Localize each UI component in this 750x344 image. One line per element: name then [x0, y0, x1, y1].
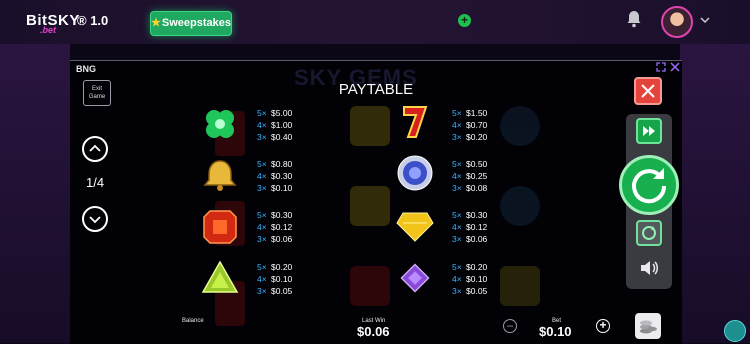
game-window: BNG Exit Game SKY GEMS PAYTABLE 1/4 5× $5.…: [70, 60, 682, 344]
chevron-down-icon[interactable]: [699, 14, 711, 26]
blue-gem-icon: [397, 155, 433, 191]
clover-gem-icon: [206, 110, 234, 138]
top-bar: BitSKY .bet ® 1.0 ★Sweepstakes +: [0, 0, 750, 44]
sweepstakes-label: Sweepstakes: [161, 17, 231, 29]
purple-gem-icon: [400, 263, 430, 293]
provider-label: BNG: [76, 64, 96, 74]
coins-icon[interactable]: [635, 313, 661, 339]
green-triangle-gem-icon: [201, 260, 239, 293]
paytable-values: 5× $0.30 4× $0.12 3× $0.06: [257, 210, 293, 244]
red-gem-icon: [203, 210, 237, 244]
bet-increase-button[interactable]: +: [596, 319, 610, 333]
star-icon: ★: [151, 17, 161, 29]
reel-column-bg: [495, 91, 545, 331]
sound-icon[interactable]: [636, 255, 662, 281]
user-avatar[interactable]: [661, 6, 693, 38]
last-win-value: $0.06: [357, 324, 390, 339]
yellow-gem-icon: [396, 212, 434, 242]
paytable-values: 5× $0.20 4× $0.10 3× $0.05: [452, 262, 488, 296]
page-indicator: 1/4: [86, 175, 105, 190]
reel-column-bg: [345, 91, 395, 331]
seven-icon: [403, 106, 428, 138]
spin-button[interactable]: [619, 155, 679, 215]
paytable-values: 5× $0.50 4× $0.25 3× $0.08: [452, 159, 488, 193]
paytable-values: 5× $0.80 4× $0.30 3× $0.10: [257, 159, 293, 193]
paytable-values: 5× $0.20 4× $0.10 3× $0.05: [257, 262, 293, 296]
bet-value: $0.10: [539, 324, 572, 339]
previous-page-button[interactable]: [82, 136, 108, 162]
background-right: [680, 44, 750, 343]
background-left: [0, 44, 70, 343]
sweepstakes-button[interactable]: ★Sweepstakes: [150, 11, 232, 36]
turbo-button[interactable]: [636, 118, 662, 144]
add-funds-button[interactable]: +: [458, 14, 471, 27]
close-paytable-button[interactable]: [634, 77, 662, 105]
fullscreen-icon[interactable]: [656, 62, 666, 72]
site-logo-sub: .bet: [40, 25, 57, 35]
chat-support-icon[interactable]: [724, 320, 746, 342]
autoplay-button[interactable]: [636, 220, 662, 246]
paytable-values: 5× $1.50 4× $0.70 3× $0.20: [452, 108, 488, 142]
bet-decrease-button[interactable]: −: [503, 319, 517, 333]
paytable-values: 5× $5.00 4× $1.00 3× $0.40: [257, 108, 293, 142]
notification-bell-icon[interactable]: [626, 10, 642, 28]
bell-icon: [203, 160, 237, 191]
close-window-icon[interactable]: [670, 62, 680, 72]
next-page-button[interactable]: [82, 206, 108, 232]
site-version: ® 1.0: [77, 13, 109, 28]
paytable-title: PAYTABLE: [338, 81, 414, 98]
paytable-values: 5× $0.30 4× $0.12 3× $0.06: [452, 210, 488, 244]
balance-label: Balance: [182, 318, 204, 324]
